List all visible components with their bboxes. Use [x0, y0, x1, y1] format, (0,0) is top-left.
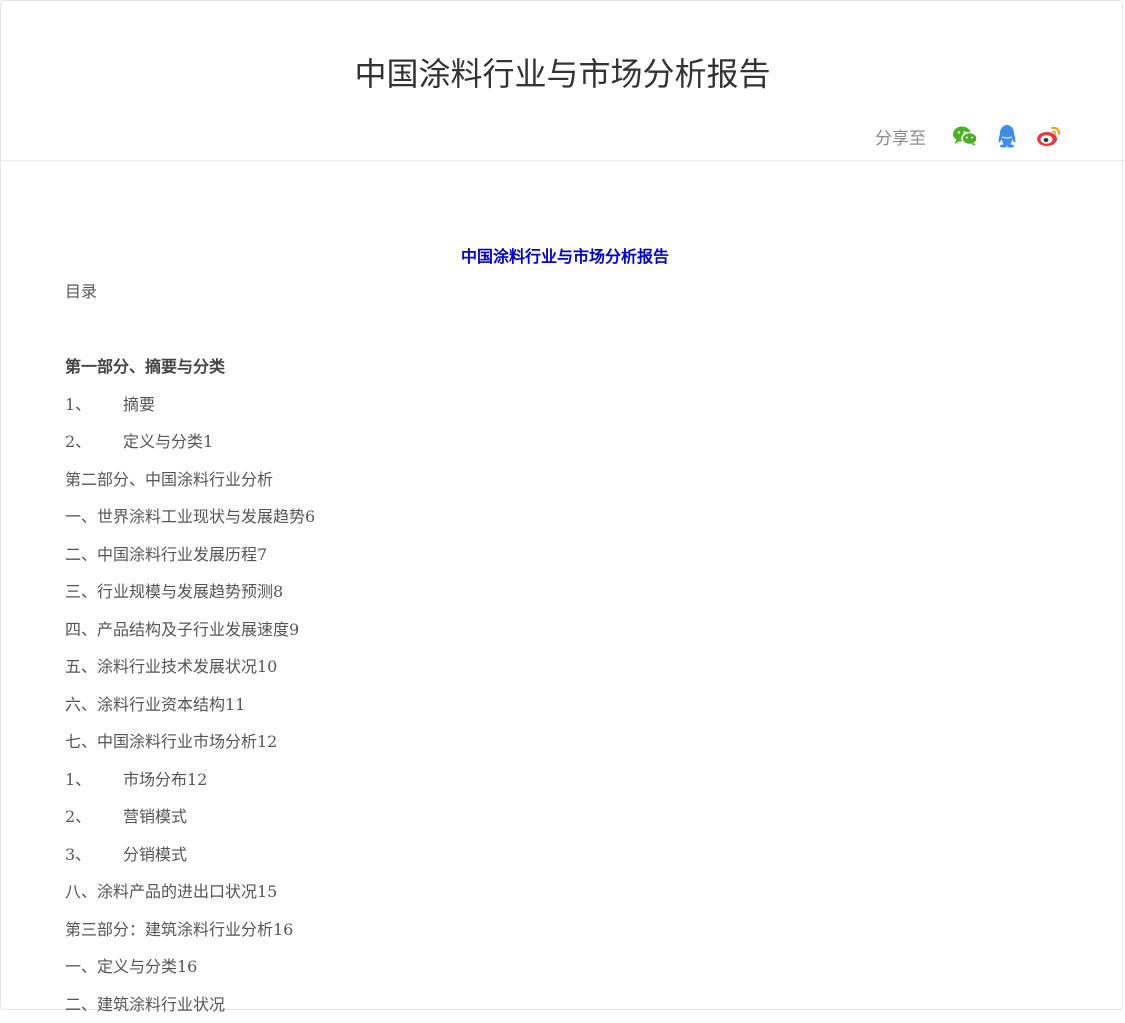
toc-item-text: 一、世界涂料工业现状与发展趋势6 — [65, 507, 315, 526]
toc-item: 六、涂料行业资本结构11 — [65, 686, 1065, 724]
toc-item-text: 定义与分类1 — [123, 432, 213, 451]
toc-item-text: 摘要 — [123, 395, 155, 414]
toc-item-text: 七、中国涂料行业市场分析12 — [65, 732, 277, 751]
article-body: 中国涂料行业与市场分析报告 目录 第一部分、摘要与分类1、摘要2、定义与分类1第… — [65, 241, 1065, 1023]
toc-item-text: 第一部分、摘要与分类 — [65, 357, 225, 376]
qq-icon[interactable] — [992, 121, 1022, 151]
toc-item: 1、市场分布12 — [65, 761, 1065, 799]
share-bar: 分享至 — [875, 120, 1064, 152]
toc-item: 1、摘要 — [65, 386, 1065, 424]
page-title: 中国涂料行业与市场分析报告 — [1, 51, 1124, 97]
toc-item: 2、定义与分类1 — [65, 423, 1065, 461]
toc-item-text: 第二部分、中国涂料行业分析 — [65, 470, 273, 489]
toc-item-text: 八、涂料产品的进出口状况15 — [65, 882, 277, 901]
toc-item-text: 五、涂料行业技术发展状况10 — [65, 657, 277, 676]
toc-item: 一、世界涂料工业现状与发展趋势6 — [65, 498, 1065, 536]
toc-item: 三、行业规模与发展趋势预测8 — [65, 573, 1065, 611]
toc-item-text: 三、行业规模与发展趋势预测8 — [65, 582, 283, 601]
toc-item-text: 市场分布12 — [123, 770, 207, 789]
toc-item-text: 六、涂料行业资本结构11 — [65, 695, 245, 714]
document-page: 中国涂料行业与市场分析报告 分享至 — [0, 0, 1123, 1010]
toc-heading: 目录 — [65, 273, 1065, 310]
toc-item-text: 二、中国涂料行业发展历程7 — [65, 545, 267, 564]
toc-item-number: 1、 — [65, 386, 123, 424]
toc-item-text: 营销模式 — [123, 807, 187, 826]
toc-item: 四、产品结构及子行业发展速度9 — [65, 611, 1065, 649]
toc-item-number: 3、 — [65, 836, 123, 874]
spacer — [65, 310, 1065, 348]
toc-item-text: 二、建筑涂料行业状况 — [65, 995, 225, 1014]
toc-item-number: 1、 — [65, 761, 123, 799]
toc-item: 五、涂料行业技术发展状况10 — [65, 648, 1065, 686]
page-header: 中国涂料行业与市场分析报告 分享至 — [1, 1, 1124, 161]
toc-item: 第二部分、中国涂料行业分析 — [65, 461, 1065, 499]
toc-item: 第一部分、摘要与分类 — [65, 348, 1065, 386]
report-title: 中国涂料行业与市场分析报告 — [65, 241, 1065, 273]
toc-item: 第三部分：建筑涂料行业分析16 — [65, 911, 1065, 949]
toc-item: 七、中国涂料行业市场分析12 — [65, 723, 1065, 761]
toc-item: 2、营销模式 — [65, 798, 1065, 836]
toc-item: 二、建筑涂料行业状况 — [65, 986, 1065, 1023]
toc-item-number: 2、 — [65, 423, 123, 461]
toc-item-text: 分销模式 — [123, 845, 187, 864]
toc-item-number: 2、 — [65, 798, 123, 836]
toc-item-text: 四、产品结构及子行业发展速度9 — [65, 620, 299, 639]
wechat-icon[interactable] — [950, 121, 980, 151]
toc-item-text: 第三部分：建筑涂料行业分析16 — [65, 920, 293, 939]
weibo-icon[interactable] — [1034, 121, 1064, 151]
toc-item: 八、涂料产品的进出口状况15 — [65, 873, 1065, 911]
toc-item: 一、定义与分类16 — [65, 948, 1065, 986]
toc-item: 二、中国涂料行业发展历程7 — [65, 536, 1065, 574]
toc-item-text: 一、定义与分类16 — [65, 957, 197, 976]
toc-list: 第一部分、摘要与分类1、摘要2、定义与分类1第二部分、中国涂料行业分析一、世界涂… — [65, 348, 1065, 1023]
share-label: 分享至 — [875, 124, 926, 149]
toc-item: 3、分销模式 — [65, 836, 1065, 874]
